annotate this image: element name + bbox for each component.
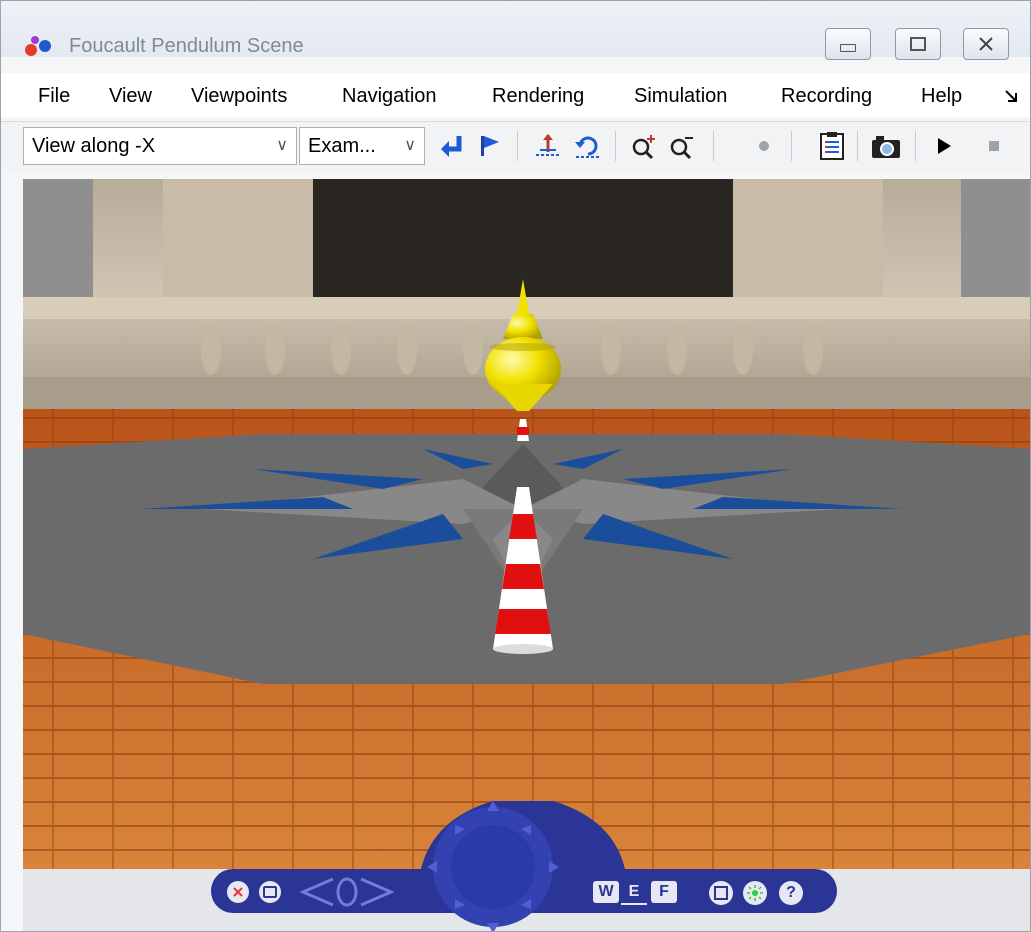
return-to-viewpoint-button[interactable] [435, 129, 469, 163]
app-window: Foucault Pendulum Scene File View Viewpo… [0, 0, 1031, 932]
menu-file[interactable]: File [38, 85, 70, 108]
nav-e-button[interactable]: E [621, 881, 647, 905]
stop-simulation-button[interactable] [977, 129, 1011, 163]
scene-viewport[interactable]: W E F ? [23, 179, 1030, 931]
return-arrow-icon [441, 136, 462, 157]
restore-button[interactable] [895, 28, 941, 60]
nav-w-button[interactable]: W [593, 881, 619, 903]
start-simulation-button[interactable] [927, 129, 961, 163]
zoom-out-button[interactable] [665, 129, 699, 163]
nav-headlight-button[interactable] [743, 881, 767, 905]
create-viewpoint-button[interactable] [473, 129, 507, 163]
nav-minimize-button[interactable] [259, 881, 281, 903]
rotate-right-button[interactable] [359, 877, 395, 907]
window-title: Foucault Pendulum Scene [69, 35, 304, 57]
straighten-up-button[interactable] [531, 129, 565, 163]
chevron-down-icon: ∨ [276, 137, 288, 154]
app-logo-icon [25, 36, 51, 56]
restore-icon [910, 37, 926, 51]
menu-help[interactable]: Help [921, 85, 962, 108]
nav-close-button[interactable] [227, 881, 249, 903]
double-chevron-icon[interactable] [1004, 89, 1018, 103]
minimize-button[interactable] [825, 28, 871, 60]
close-icon [979, 37, 993, 51]
chevron-down-icon: ∨ [404, 137, 416, 154]
undo-move-button[interactable] [571, 129, 605, 163]
zoom-in-button[interactable] [627, 129, 661, 163]
headlight-icon [747, 885, 763, 901]
stop-icon [989, 141, 999, 151]
camera-icon [872, 136, 900, 158]
nav-frame-button[interactable] [709, 881, 733, 905]
menu-navigation[interactable]: Navigation [342, 85, 437, 108]
capture-frame-button[interactable] [869, 129, 903, 163]
frame-icon [714, 886, 728, 900]
play-icon [938, 138, 951, 154]
rotate-center-icon [336, 877, 358, 907]
viewpoint-select-value: View along -X [32, 135, 156, 157]
viewpoint-select[interactable]: View along -X ∨ [23, 127, 297, 165]
menu-simulation[interactable]: Simulation [634, 85, 727, 108]
rotate-left-button[interactable] [299, 877, 335, 907]
nav-e-label: E [628, 883, 640, 900]
minimize-icon [263, 886, 277, 898]
menu-viewpoints[interactable]: Viewpoints [191, 85, 287, 108]
nav-help-button[interactable]: ? [779, 881, 803, 905]
menu-recording[interactable]: Recording [781, 85, 872, 108]
zoom-in-icon [632, 135, 655, 160]
close-icon [233, 887, 243, 897]
nav-w-label: W [598, 883, 614, 900]
zoom-out-icon [670, 137, 693, 160]
scene-render [23, 179, 1030, 931]
navigation-mode-select-value: Exam... [308, 135, 376, 157]
clipboard-icon [820, 132, 844, 160]
undo-icon [575, 136, 600, 158]
record-button[interactable] [747, 129, 781, 163]
flag-icon [481, 136, 499, 156]
menu-view[interactable]: View [109, 85, 152, 108]
title-bar: Foucault Pendulum Scene [1, 1, 1030, 60]
block-diagram-button[interactable] [815, 129, 849, 163]
minimize-icon [840, 44, 856, 52]
straighten-up-icon [536, 134, 560, 156]
nav-f-button[interactable]: F [651, 881, 677, 903]
help-icon: ? [786, 884, 796, 901]
nav-f-label: F [659, 883, 669, 900]
close-window-button[interactable] [963, 28, 1009, 60]
right-pillar [961, 179, 1030, 304]
navigation-mode-select[interactable]: Exam... ∨ [299, 127, 425, 165]
left-pillar [23, 179, 93, 304]
menu-rendering[interactable]: Rendering [492, 85, 584, 108]
record-dot-icon [759, 141, 769, 151]
